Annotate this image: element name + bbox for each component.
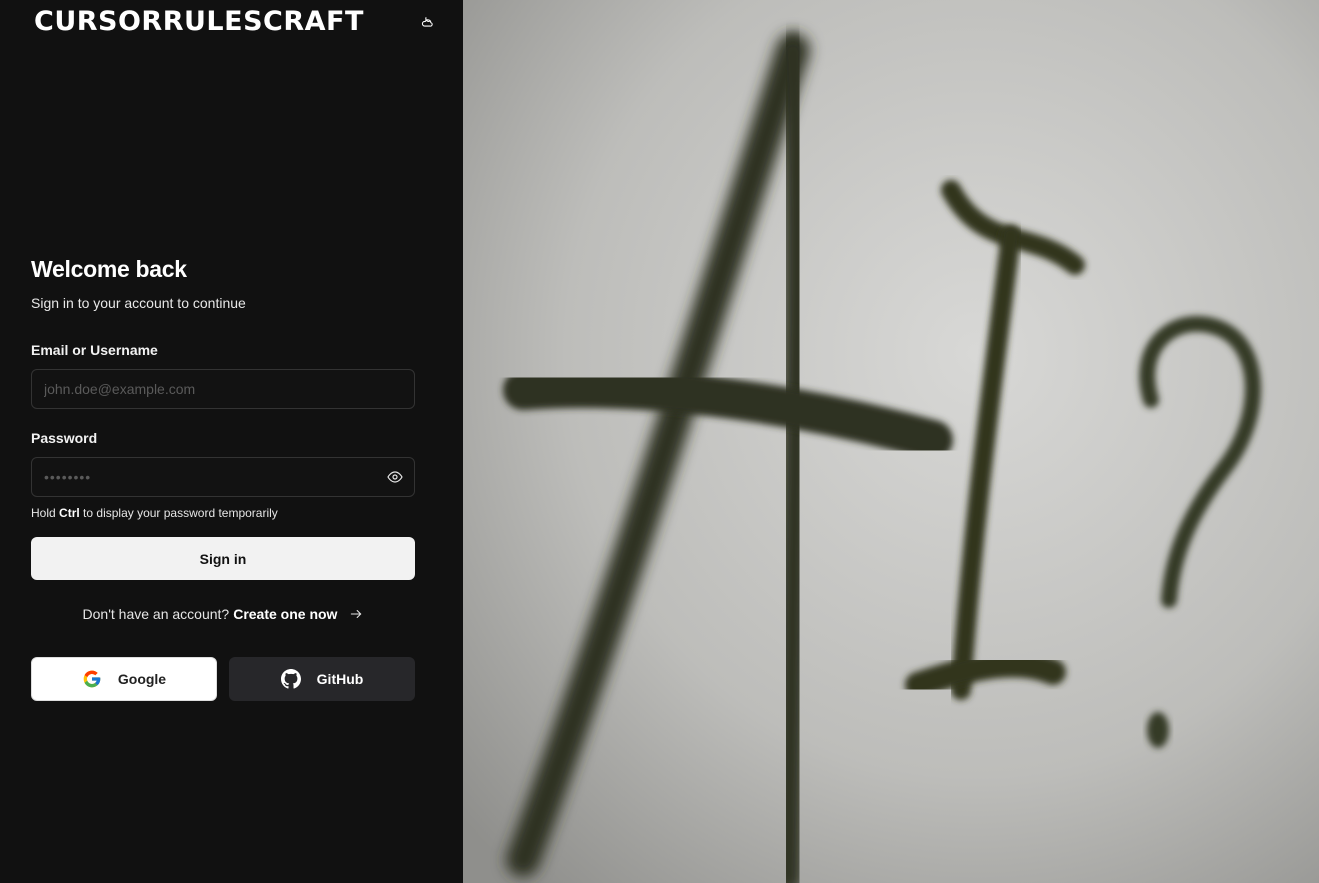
page-title: Welcome back: [31, 256, 187, 282]
hint-prefix: Hold: [31, 506, 56, 520]
cloud-moon-icon: [421, 17, 433, 27]
login-panel: CURSORRULESCRAFT Welcome back Sign in to…: [0, 0, 463, 883]
arrow-right-icon[interactable]: [349, 607, 363, 621]
sign-in-button[interactable]: Sign in: [31, 537, 415, 580]
hero-image: [463, 0, 1319, 883]
hint-suffix: to display your password temporarily: [83, 506, 278, 520]
google-label: Google: [117, 671, 167, 687]
github-label: GitHub: [316, 671, 364, 687]
password-label: Password: [31, 430, 98, 446]
password-field[interactable]: [31, 457, 415, 497]
password-hint: Hold Ctrl to display your password tempo…: [31, 506, 278, 520]
theme-toggle-button[interactable]: [418, 13, 436, 31]
email-label: Email or Username: [31, 342, 158, 358]
page-subtitle: Sign in to your account to continue: [31, 295, 246, 311]
create-account-row: Don't have an account? Create one now: [31, 606, 415, 622]
toggle-password-visibility-button[interactable]: [385, 468, 405, 486]
no-account-text: Don't have an account?: [82, 606, 230, 622]
app-logo[interactable]: CURSORRULESCRAFT: [34, 6, 364, 37]
hint-key: Ctrl: [59, 506, 80, 520]
google-signin-button[interactable]: Google: [31, 657, 217, 701]
github-signin-button[interactable]: GitHub: [229, 657, 415, 701]
google-icon: [82, 669, 102, 689]
create-account-link[interactable]: Create one now: [233, 606, 337, 622]
eye-icon: [387, 471, 403, 483]
email-field[interactable]: [31, 369, 415, 409]
github-icon: [280, 669, 301, 689]
